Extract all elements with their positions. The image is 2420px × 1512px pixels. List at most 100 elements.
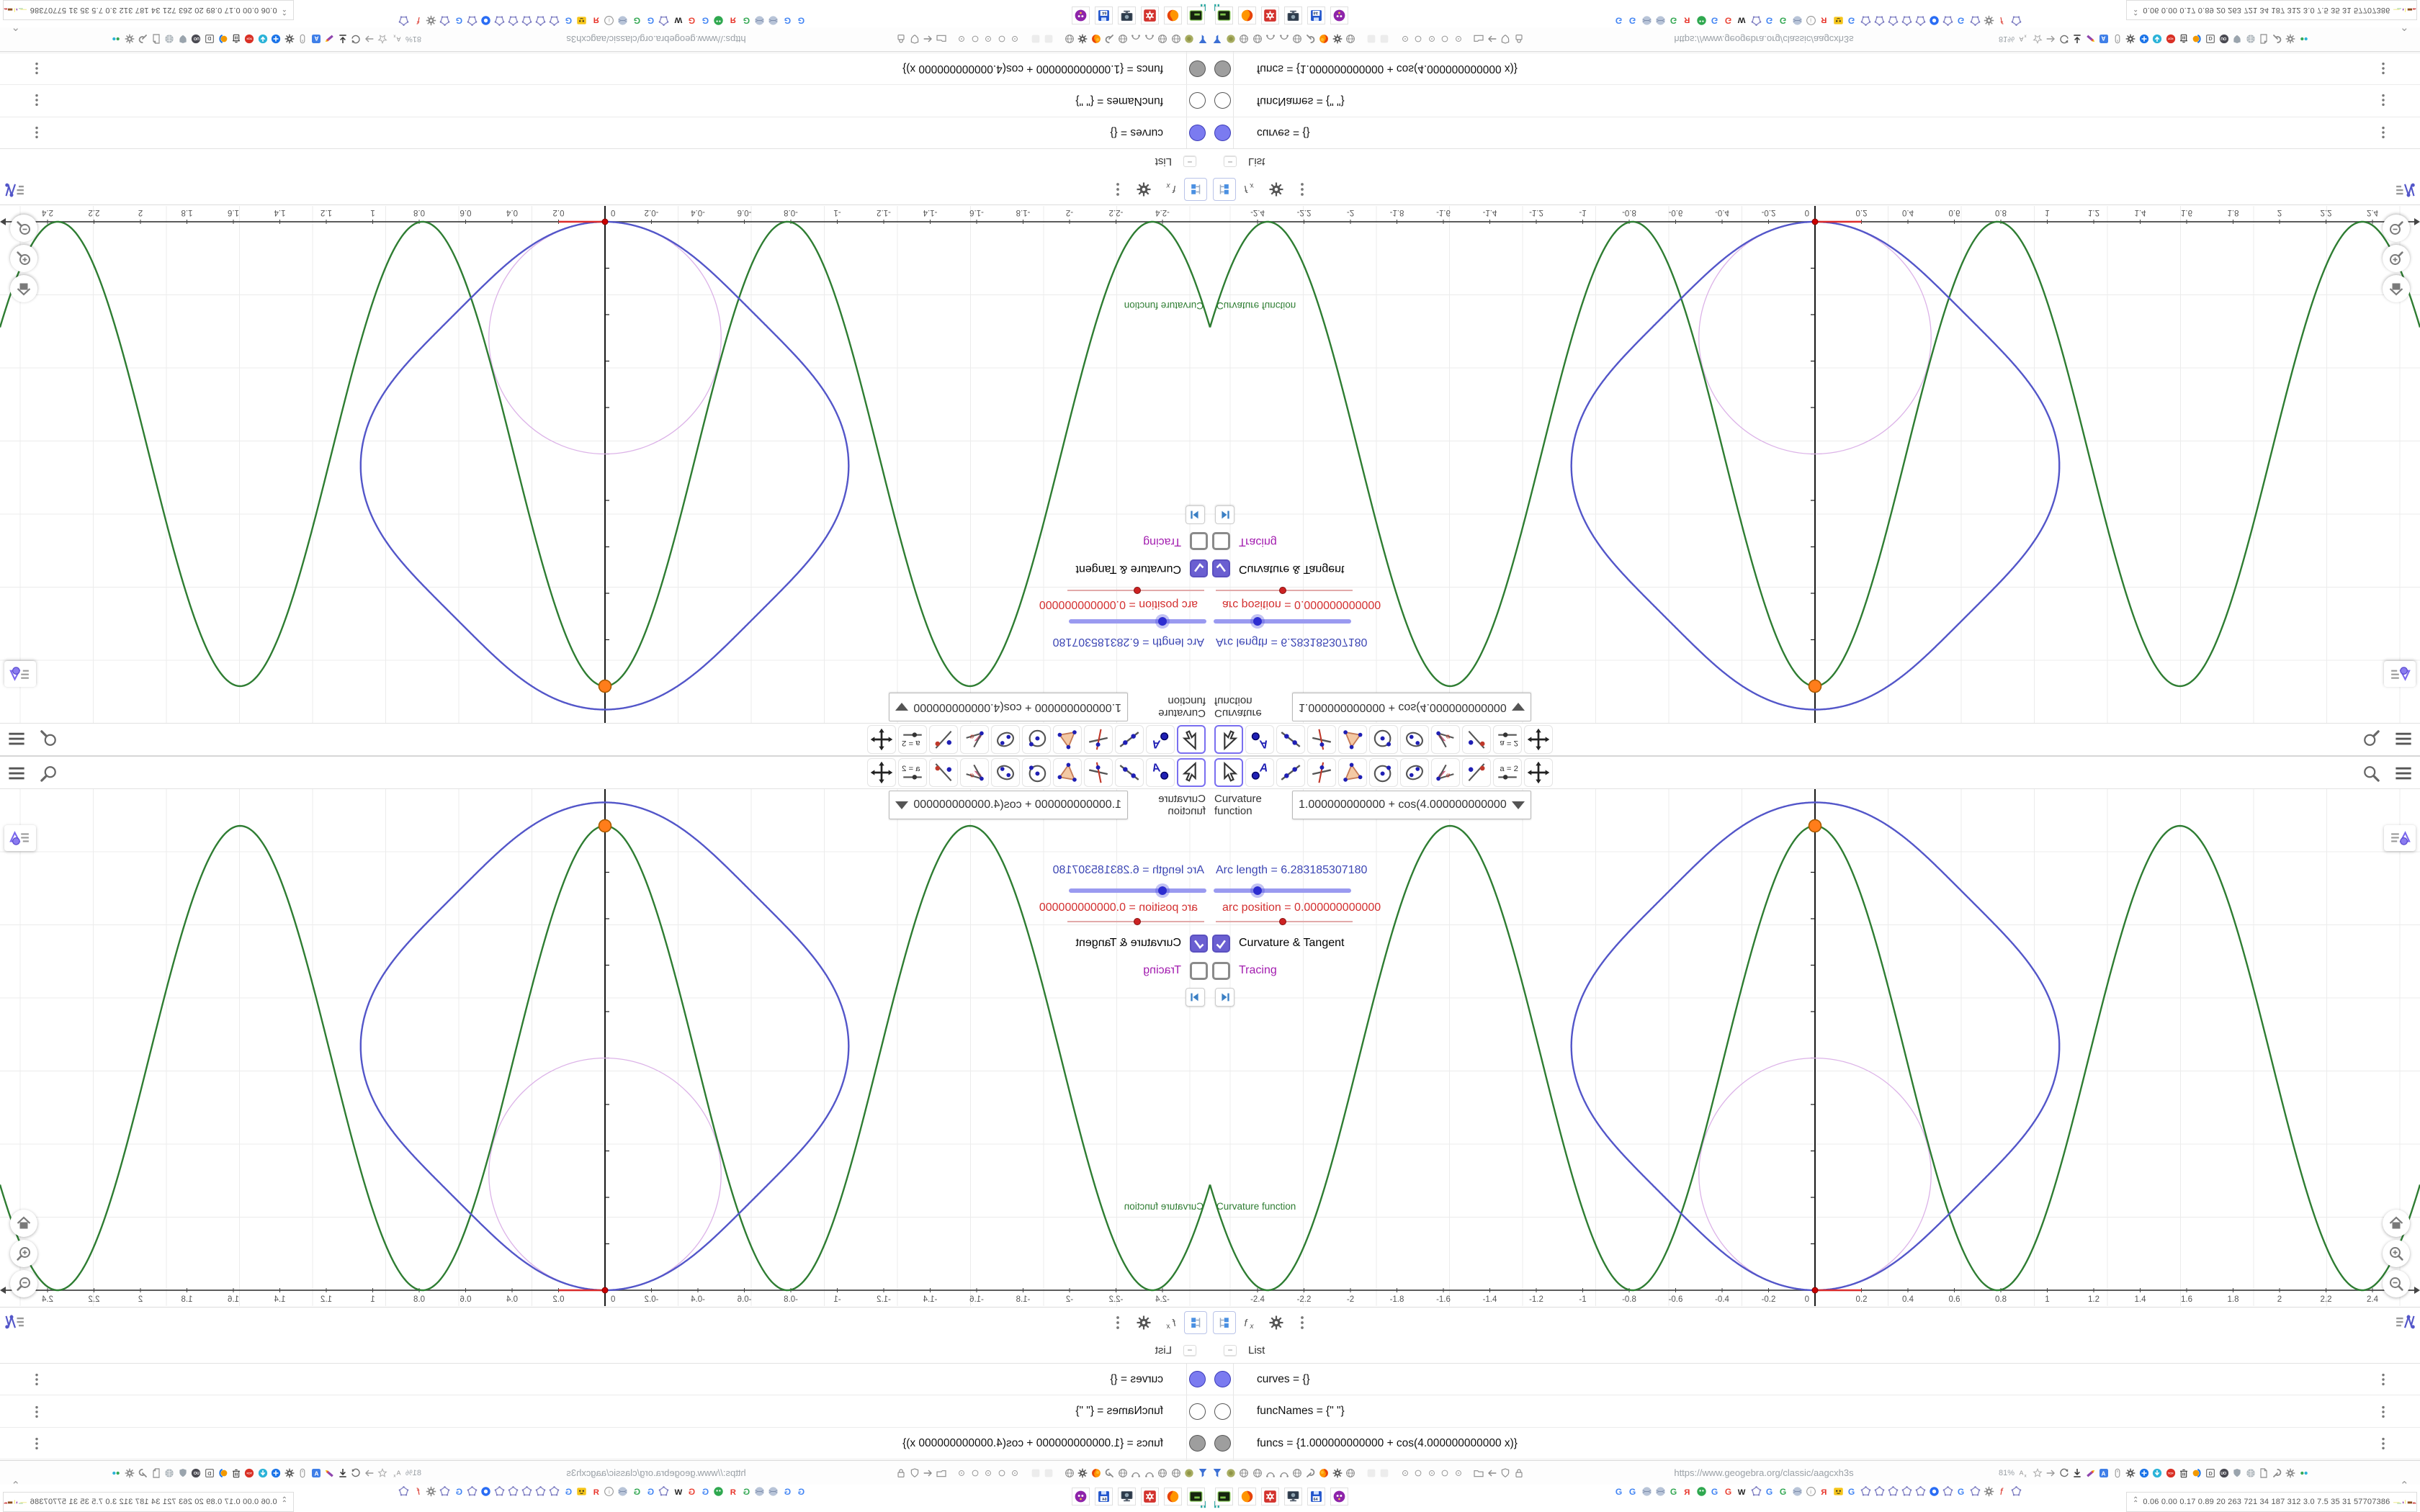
mouse-icon[interactable] bbox=[297, 1467, 309, 1479]
wrench-icon[interactable] bbox=[1304, 33, 1317, 45]
reflect-tool[interactable] bbox=[929, 725, 958, 754]
hamburger-menu-icon[interactable] bbox=[6, 724, 27, 750]
dots2-icon[interactable] bbox=[2298, 33, 2310, 45]
firefox-icon[interactable] bbox=[1090, 33, 1103, 45]
globegray-icon[interactable] bbox=[163, 1467, 176, 1479]
curvature-function-value[interactable]: 1.000000000000 + cos(4.000000000000 x) bbox=[1299, 798, 1507, 811]
favicon-penta[interactable] bbox=[548, 14, 560, 27]
gear-icon[interactable] bbox=[2125, 1467, 2137, 1479]
globe-icon[interactable] bbox=[1238, 33, 1250, 45]
gearoutline-icon[interactable] bbox=[2285, 1467, 2297, 1479]
kebab-menu-icon[interactable] bbox=[2375, 1404, 2391, 1423]
tree-view-button[interactable] bbox=[1213, 178, 1236, 202]
angle-tool[interactable]: α bbox=[960, 725, 989, 754]
gear-icon[interactable] bbox=[1077, 1467, 1089, 1479]
kebab-menu-icon[interactable] bbox=[29, 1372, 45, 1391]
favicon-penta[interactable] bbox=[1942, 1485, 1954, 1498]
reload-icon[interactable] bbox=[350, 1467, 362, 1479]
line-tool[interactable] bbox=[1276, 725, 1305, 754]
move-tool[interactable] bbox=[1177, 758, 1206, 787]
favicon-Gblue[interactable]: G bbox=[794, 14, 807, 27]
function-max-point[interactable] bbox=[598, 819, 612, 833]
page-icon[interactable] bbox=[150, 1467, 162, 1479]
forward-icon[interactable] bbox=[2045, 1467, 2057, 1479]
curvature-function-value[interactable]: 1.000000000000 + cos(4.000000000000 x) bbox=[913, 701, 1121, 714]
favicon-penta[interactable] bbox=[1887, 14, 1899, 27]
curvature-tangent-checkbox[interactable] bbox=[1190, 934, 1208, 953]
address-bar[interactable]: https://www.geogebra.org/classic/aagcxh3… bbox=[426, 1464, 887, 1482]
page-icon[interactable] bbox=[2258, 33, 2270, 45]
kebab-menu-icon[interactable] bbox=[29, 89, 45, 108]
kebab-menu-icon[interactable] bbox=[2375, 89, 2391, 108]
sharecolor-icon[interactable] bbox=[2191, 33, 2203, 45]
star-icon[interactable] bbox=[377, 1467, 389, 1479]
curven-icon[interactable] bbox=[1265, 1467, 1277, 1479]
curven-icon[interactable] bbox=[1144, 1467, 1156, 1479]
gear-icon[interactable] bbox=[283, 1467, 295, 1479]
home-button[interactable] bbox=[10, 275, 37, 302]
arrowleft-icon[interactable] bbox=[1486, 33, 1498, 45]
curven-icon[interactable] bbox=[1130, 1467, 1142, 1479]
faint-icon[interactable] bbox=[1379, 33, 1391, 45]
arc-position-slider[interactable] bbox=[1216, 586, 1353, 595]
arc-position-slider-knob[interactable] bbox=[1279, 918, 1287, 925]
pan-tool[interactable] bbox=[1524, 725, 1553, 754]
wrench-icon[interactable] bbox=[137, 1467, 149, 1479]
function-max-point[interactable] bbox=[1808, 679, 1822, 693]
step-forward-button[interactable] bbox=[1186, 505, 1205, 524]
funnel-icon[interactable] bbox=[1197, 33, 1209, 45]
shield-icon[interactable] bbox=[1500, 1467, 1512, 1479]
favicon-penta[interactable] bbox=[1873, 1485, 1886, 1498]
favicon-Ya[interactable]: Я bbox=[1819, 1485, 1831, 1498]
curvature-tangent-checkbox[interactable] bbox=[1190, 559, 1208, 578]
pan-tool[interactable] bbox=[867, 758, 896, 787]
favicon-gearfav[interactable] bbox=[425, 14, 437, 27]
move-tool[interactable] bbox=[1214, 725, 1243, 754]
slider-tool[interactable]: a = 2 bbox=[898, 758, 927, 787]
kebab-button[interactable] bbox=[1291, 179, 1314, 202]
kebab-menu-icon[interactable] bbox=[2375, 1436, 2391, 1455]
favicon-penta[interactable] bbox=[439, 14, 451, 27]
olive-icon[interactable] bbox=[1224, 33, 1237, 45]
algebra-panel-icon[interactable] bbox=[2394, 1311, 2416, 1336]
favicon-sphere[interactable] bbox=[1654, 14, 1667, 27]
dotcircle-icon[interactable] bbox=[1452, 33, 1464, 45]
favicon-penta[interactable] bbox=[1887, 1485, 1899, 1498]
arc-position-slider-knob[interactable] bbox=[1279, 587, 1287, 594]
favicon-penta[interactable] bbox=[658, 1485, 670, 1498]
arc-length-slider-knob[interactable] bbox=[1250, 883, 1265, 898]
arc-length-slider[interactable] bbox=[1214, 614, 1351, 629]
curven-icon[interactable] bbox=[1130, 33, 1142, 45]
globegray-icon[interactable] bbox=[2244, 1467, 2257, 1479]
curvature-function-value[interactable]: 1.000000000000 + cos(4.000000000000 x) bbox=[1299, 701, 1507, 714]
favicon-Gblue[interactable]: G bbox=[1846, 14, 1858, 27]
boxd-icon[interactable]: D bbox=[203, 1467, 215, 1479]
favicon-Gred[interactable]: G bbox=[1723, 14, 1735, 27]
translate-icon[interactable]: Ax bbox=[390, 1467, 402, 1479]
favicon-penta[interactable] bbox=[1860, 14, 1872, 27]
favicon-Gblue[interactable]: G bbox=[562, 14, 574, 27]
terminal-icon[interactable] bbox=[1215, 1488, 1233, 1506]
globe-icon[interactable] bbox=[1251, 1467, 1263, 1479]
floppy64-icon[interactable]: 64 bbox=[1095, 6, 1113, 24]
crayon-icon[interactable] bbox=[323, 33, 336, 45]
arc-length-slider-track[interactable] bbox=[1214, 888, 1351, 893]
visibility-toggle[interactable] bbox=[1189, 1371, 1206, 1387]
tree-view-button[interactable] bbox=[1184, 178, 1207, 202]
tree-view-button[interactable] bbox=[1184, 1310, 1207, 1334]
wrench-icon[interactable] bbox=[1103, 1467, 1116, 1479]
uobadge-icon[interactable]: UO bbox=[2218, 1467, 2230, 1479]
favicon-penta[interactable] bbox=[548, 1485, 560, 1498]
favicon-sphere[interactable] bbox=[1791, 14, 1803, 27]
trash-icon[interactable] bbox=[230, 1467, 242, 1479]
favicon-Ggreen[interactable]: G bbox=[1778, 1485, 1790, 1498]
circleoutline-icon[interactable] bbox=[1439, 1467, 1451, 1479]
circleoutline-icon[interactable] bbox=[969, 1467, 982, 1479]
redgear-icon[interactable] bbox=[1261, 6, 1279, 24]
favicon-yellowface[interactable] bbox=[575, 14, 588, 27]
tree-view-button[interactable] bbox=[1213, 1310, 1236, 1334]
favicon-bluedot[interactable] bbox=[1928, 1485, 1940, 1498]
monitor-icon[interactable] bbox=[1284, 1488, 1302, 1506]
perpendicular-line-tool[interactable] bbox=[1084, 758, 1113, 787]
favicon-sphere[interactable] bbox=[753, 14, 766, 27]
